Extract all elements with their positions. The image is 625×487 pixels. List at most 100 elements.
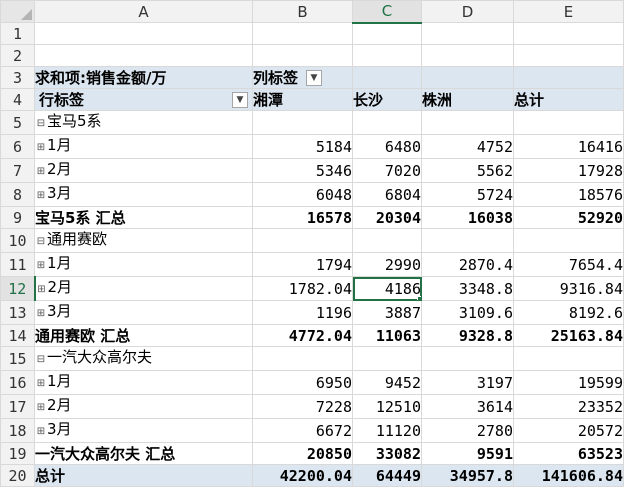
- value-cell[interactable]: 3197: [421, 370, 514, 395]
- row-header-3[interactable]: 3: [0, 66, 35, 89]
- group-label-cell[interactable]: ⊟ 宝马5系: [34, 110, 253, 135]
- row-header-6[interactable]: 6: [0, 134, 35, 159]
- column-header-b[interactable]: B: [252, 0, 353, 23]
- cell[interactable]: [352, 44, 422, 67]
- cell[interactable]: [513, 346, 624, 371]
- value-cell[interactable]: 1782.04: [252, 276, 353, 301]
- expand-icon[interactable]: ⊞: [36, 162, 48, 182]
- column-header-d[interactable]: D: [421, 0, 514, 23]
- row-total-cell[interactable]: 23352: [513, 394, 624, 419]
- cell[interactable]: [252, 110, 353, 135]
- row-header-4[interactable]: 4: [0, 88, 35, 111]
- cell[interactable]: [34, 22, 253, 45]
- month-label-cell[interactable]: ⊞ 3月: [34, 182, 253, 207]
- row-total-cell[interactable]: 16416: [513, 134, 624, 159]
- row-total-cell[interactable]: 19599: [513, 370, 624, 395]
- column-header-e[interactable]: E: [513, 0, 624, 23]
- subtotal-cell[interactable]: 20850: [252, 442, 353, 465]
- cell[interactable]: [352, 22, 422, 45]
- grand-total-cell[interactable]: 42200.04: [252, 464, 353, 487]
- month-label-cell[interactable]: ⊞ 2月: [34, 276, 253, 301]
- row-total-cell[interactable]: 7654.4: [513, 252, 624, 277]
- subtotal-cell[interactable]: 9591: [421, 442, 514, 465]
- month-label-cell[interactable]: ⊞ 1月: [34, 370, 253, 395]
- cell[interactable]: [252, 346, 353, 371]
- pivot-column-label-cell[interactable]: 列标签 ▼: [252, 66, 353, 89]
- cell[interactable]: [513, 66, 624, 89]
- cell[interactable]: [352, 228, 422, 253]
- grand-total-cell[interactable]: 141606.84: [513, 464, 624, 487]
- row-header-7[interactable]: 7: [0, 158, 35, 183]
- value-cell[interactable]: 1794: [252, 252, 353, 277]
- value-cell[interactable]: 6672: [252, 418, 353, 443]
- cell[interactable]: [252, 22, 353, 45]
- row-total-cell[interactable]: 9316.84: [513, 276, 624, 301]
- row-total-cell[interactable]: 17928: [513, 158, 624, 183]
- subtotal-cell[interactable]: 20304: [352, 206, 422, 229]
- expand-icon[interactable]: ⊞: [36, 374, 48, 394]
- cell[interactable]: [513, 44, 624, 67]
- cell[interactable]: [34, 44, 253, 67]
- subtotal-cell[interactable]: 16038: [421, 206, 514, 229]
- city-header-zhuzhou[interactable]: 株洲: [421, 88, 514, 111]
- expand-icon[interactable]: ⊞: [36, 186, 48, 206]
- value-cell[interactable]: 6950: [252, 370, 353, 395]
- subtotal-cell[interactable]: 16578: [252, 206, 353, 229]
- value-cell[interactable]: 3109.6: [421, 300, 514, 325]
- grand-total-label[interactable]: 总计: [34, 464, 253, 487]
- subtotal-cell[interactable]: 11063: [352, 324, 422, 347]
- cell[interactable]: [352, 110, 422, 135]
- row-header-17[interactable]: 17: [0, 394, 35, 419]
- fill-handle[interactable]: [417, 296, 421, 300]
- month-label-cell[interactable]: ⊞ 3月: [34, 418, 253, 443]
- value-cell[interactable]: 11120: [352, 418, 422, 443]
- row-header-12[interactable]: 12: [0, 276, 36, 301]
- row-total-cell[interactable]: 18576: [513, 182, 624, 207]
- cell[interactable]: [513, 110, 624, 135]
- row-total-cell[interactable]: 20572: [513, 418, 624, 443]
- row-header-19[interactable]: 19: [0, 442, 35, 465]
- subtotal-label[interactable]: 宝马5系 汇总: [34, 206, 253, 229]
- column-header-c[interactable]: C: [352, 0, 422, 24]
- value-cell[interactable]: 5562: [421, 158, 514, 183]
- row-total-cell[interactable]: 8192.6: [513, 300, 624, 325]
- collapse-icon[interactable]: ⊟: [36, 114, 48, 134]
- row-header-14[interactable]: 14: [0, 324, 35, 347]
- value-cell[interactable]: 2780: [421, 418, 514, 443]
- value-cell[interactable]: 7228: [252, 394, 353, 419]
- city-header-changsha[interactable]: 长沙: [352, 88, 422, 111]
- pivot-value-label[interactable]: 求和项:销售金额/万: [34, 66, 253, 89]
- expand-icon[interactable]: ⊞: [36, 256, 48, 276]
- value-cell[interactable]: 3614: [421, 394, 514, 419]
- cell[interactable]: [421, 22, 514, 45]
- expand-icon[interactable]: ⊞: [36, 422, 48, 442]
- grand-total-header[interactable]: 总计: [513, 88, 624, 111]
- value-cell[interactable]: 9452: [352, 370, 422, 395]
- column-header-a[interactable]: A: [34, 0, 253, 23]
- cell[interactable]: [421, 228, 514, 253]
- value-cell[interactable]: 3348.8: [421, 276, 514, 301]
- subtotal-cell[interactable]: 33082: [352, 442, 422, 465]
- row-header-9[interactable]: 9: [0, 206, 35, 229]
- subtotal-cell[interactable]: 25163.84: [513, 324, 624, 347]
- expand-icon[interactable]: ⊞: [36, 398, 48, 418]
- value-cell[interactable]: 6804: [352, 182, 422, 207]
- cell[interactable]: [421, 44, 514, 67]
- row-header-18[interactable]: 18: [0, 418, 35, 443]
- cell[interactable]: [513, 22, 624, 45]
- collapse-icon[interactable]: ⊟: [36, 232, 48, 252]
- value-cell[interactable]: 5346: [252, 158, 353, 183]
- cell[interactable]: [252, 228, 353, 253]
- row-header-5[interactable]: 5: [0, 110, 35, 135]
- cell[interactable]: [421, 66, 514, 89]
- group-label-cell[interactable]: ⊟ 一汽大众高尔夫: [34, 346, 253, 371]
- row-header-10[interactable]: 10: [0, 228, 35, 253]
- value-cell[interactable]: 6048: [252, 182, 353, 207]
- cell[interactable]: [421, 346, 514, 371]
- expand-icon[interactable]: ⊞: [36, 280, 48, 300]
- subtotal-label[interactable]: 通用赛欧 汇总: [34, 324, 253, 347]
- collapse-icon[interactable]: ⊟: [36, 350, 48, 370]
- dropdown-filter-icon[interactable]: ▼: [306, 70, 323, 86]
- cell[interactable]: [352, 66, 422, 89]
- value-cell[interactable]: 2990: [352, 252, 422, 277]
